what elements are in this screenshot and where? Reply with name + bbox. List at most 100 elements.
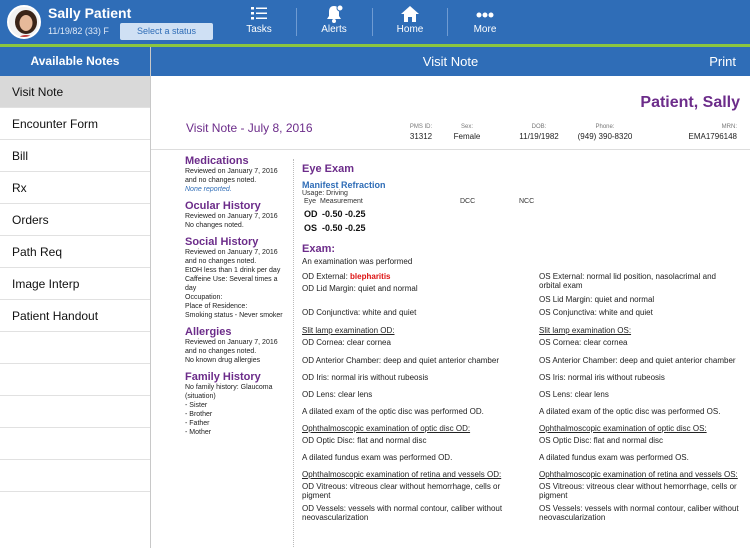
od-vitreous: OD Vitreous: vitreous clear without hemo… — [302, 482, 501, 500]
meta-phone: Phone: (949) 390-8320 — [555, 124, 655, 141]
os-ophthalmoscopic-disc: Ophthalmoscopic examination of optic dis… — [539, 424, 707, 433]
main-header: Visit Note Print — [151, 47, 750, 76]
sidebar-item-empty — [0, 428, 150, 460]
manifest-refraction-title: Manifest Refraction — [302, 180, 386, 190]
od-conjunctiva: OD Conjunctiva: white and quiet — [302, 308, 417, 317]
avatar-portrait-icon — [9, 7, 39, 37]
os-label: OS — [304, 223, 318, 233]
nav-tasks[interactable]: Tasks — [221, 0, 297, 44]
column-divider — [293, 159, 294, 548]
sidebar-item-bill[interactable]: Bill — [0, 140, 150, 172]
sidebar-item-empty — [0, 396, 150, 428]
os-lid: OS Lid Margin: quiet and normal — [539, 295, 655, 304]
ocular-history-text: Reviewed on January 7, 2016 — [185, 213, 278, 220]
family-history-line: - Brother — [185, 411, 213, 418]
os-value: -0.50 -0.25 — [322, 223, 366, 233]
app-root: Sally Patient 11/19/82 (33) F Select a s… — [0, 0, 750, 548]
family-history-line: (situation) — [185, 393, 216, 400]
os-vitreous: OS Vitreous: vitreous clear without hemo… — [539, 482, 737, 500]
family-history-title: Family History — [185, 371, 261, 383]
social-history-title: Social History — [185, 236, 259, 248]
os-external: OS External: normal lid position, nasola… — [539, 272, 716, 290]
od-slit-lamp: Slit lamp examination OD: — [302, 326, 395, 335]
patient-info: 11/19/82 (33) F — [48, 26, 109, 36]
allergies-line: No known drug allergies — [185, 357, 261, 364]
os-conjunctiva: OS Conjunctiva: white and quiet — [539, 308, 653, 317]
tasks-list-icon — [251, 7, 267, 20]
od-value: -0.50 -0.25 — [322, 209, 366, 219]
nav-alerts[interactable]: Alerts — [296, 0, 372, 44]
exam-intro: An examination was performed — [302, 257, 413, 266]
od-vessels: OD Vessels: vessels with normal contour,… — [302, 504, 503, 522]
family-history-line: - Sister — [185, 402, 208, 409]
select-status-button[interactable]: Select a status — [120, 23, 213, 40]
col-ncc: NCC — [519, 198, 535, 205]
sidebar-item-visit-note[interactable]: Visit Note — [0, 76, 150, 108]
print-button[interactable]: Print — [709, 47, 736, 76]
meta-label: MRN: — [721, 124, 737, 130]
patient-header: Patient, Sally Visit Note - July 8, 2016… — [151, 76, 750, 150]
od-dilated-exam: A dilated exam of the optic disc was per… — [302, 407, 484, 416]
more-dots-icon — [476, 12, 494, 18]
col-eye: Eye — [304, 198, 317, 205]
exam-findings: OD External: blepharitis OD Lid Margin: … — [302, 266, 742, 536]
sidebar-item-image-interp[interactable]: Image Interp — [0, 268, 150, 300]
sidebar-item-encounter-form[interactable]: Encounter Form — [0, 108, 150, 140]
os-optic-disc: OS Optic Disc: flat and normal disc — [539, 436, 664, 445]
meta-label: Sex: — [460, 124, 473, 130]
refraction-table: Eye Measurement DCC NCC OD -0.50 -0.25 O… — [302, 197, 742, 237]
meta-value: EMA1796148 — [688, 132, 737, 141]
od-cornea: OD Cornea: clear cornea — [302, 338, 391, 347]
history-column: Medications Reviewed on January 7, 2016 … — [185, 155, 289, 437]
os-cornea: OS Cornea: clear cornea — [539, 338, 628, 347]
meta-value: 31312 — [409, 132, 433, 141]
sidebar-item-patient-handout[interactable]: Patient Handout — [0, 300, 150, 332]
allergies-line: and no changes noted. — [185, 348, 257, 355]
social-history-line: Smoking status - Never smoker — [185, 312, 283, 319]
social-history-line: Reviewed on January 7, 2016 — [185, 249, 278, 256]
sidebar-item-rx[interactable]: Rx — [0, 172, 150, 204]
home-icon — [401, 6, 419, 22]
od-ophthalmoscopic-disc: Ophthalmoscopic examination of optic dis… — [302, 424, 471, 433]
exam-title: Exam: — [302, 243, 336, 255]
os-slit-lamp: Slit lamp examination OS: — [539, 326, 632, 335]
od-optic-disc: OD Optic Disc: flat and normal disc — [302, 436, 427, 445]
nav-tasks-label: Tasks — [246, 24, 272, 35]
nav-alerts-label: Alerts — [321, 24, 347, 35]
nav-more-label: More — [473, 24, 497, 35]
sidebar-item-empty — [0, 332, 150, 364]
eye-exam-title: Eye Exam — [302, 163, 354, 175]
meta-label: PMS ID: — [409, 124, 433, 130]
od-fundus-exam: A dilated fundus exam was performed OD. — [302, 453, 453, 462]
family-history-line: - Mother — [185, 429, 212, 436]
usage-text: Usage: Driving — [302, 190, 348, 197]
os-vessels: OS Vessels: vessels with normal contour,… — [539, 504, 739, 522]
od-label: OD — [304, 209, 318, 219]
od-lens: OD Lens: clear lens — [302, 390, 373, 399]
social-history-line: day — [185, 285, 197, 292]
os-lens: OS Lens: clear lens — [539, 390, 609, 399]
od-anterior-chamber: OD Anterior Chamber: deep and quiet ante… — [302, 356, 499, 365]
social-history-line: Place of Residence: — [185, 303, 248, 310]
sidebar-title: Available Notes — [0, 47, 150, 76]
main-title: Visit Note — [422, 54, 479, 69]
family-history-line: - Father — [185, 420, 210, 427]
social-history-line: EtOH less than 1 drink per day — [185, 267, 281, 274]
family-history-line: No family history: Glaucoma — [185, 384, 273, 391]
notes-sidebar: Available Notes Visit Note Encounter For… — [0, 47, 151, 548]
os-dilated-exam: A dilated exam of the optic disc was per… — [539, 407, 721, 416]
col-measurement: Measurement — [320, 198, 363, 205]
bell-icon — [327, 4, 344, 23]
top-bar: Sally Patient 11/19/82 (33) F Select a s… — [0, 0, 750, 44]
sidebar-item-orders[interactable]: Orders — [0, 204, 150, 236]
patient-name[interactable]: Sally Patient — [48, 5, 131, 21]
sidebar-item-path-req[interactable]: Path Req — [0, 236, 150, 268]
nav-home[interactable]: Home — [372, 0, 448, 44]
meta-value: Female — [453, 132, 481, 141]
allergies-line: Reviewed on January 7, 2016 — [185, 339, 278, 346]
social-history-line: Occupation: — [185, 294, 223, 301]
nav-more[interactable]: More — [447, 0, 523, 44]
visit-title: Visit Note - July 8, 2016 — [186, 121, 313, 135]
patient-full-name: Patient, Sally — [640, 94, 740, 111]
avatar[interactable] — [7, 5, 41, 39]
